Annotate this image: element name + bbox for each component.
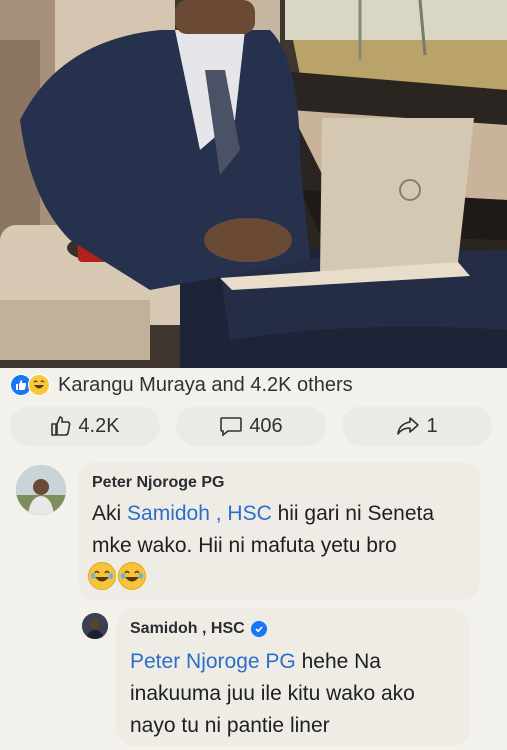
like-button[interactable]: 4.2K — [10, 406, 160, 446]
verified-badge-icon — [250, 621, 267, 637]
avatar[interactable] — [82, 613, 108, 639]
reactions-text: Karangu Muraya and 4.2K others — [58, 373, 353, 396]
share-icon — [397, 417, 420, 435]
laughing-emoji-icon — [118, 562, 146, 590]
comment-text: Aki Samidoh , HSC hii gari ni Seneta mke… — [92, 498, 472, 562]
reply-author-row: Samidoh , HSC — [130, 620, 267, 638]
haha-reaction-icon — [28, 374, 50, 396]
photo-illustration — [0, 0, 507, 368]
comment-count: 406 — [249, 414, 283, 437]
comment-icon — [220, 417, 243, 437]
post-photo[interactable] — [0, 0, 507, 368]
post-actions: 4.2K 406 1 — [0, 404, 507, 450]
comment-text-prefix: Aki — [92, 502, 128, 525]
reply-text: Peter Njoroge PG hehe Na inakuuma juu il… — [130, 646, 460, 742]
share-button[interactable]: 1 — [342, 406, 492, 446]
comment-button[interactable]: 406 — [176, 406, 326, 446]
comment-emojis — [88, 562, 146, 590]
reactions-summary[interactable]: Karangu Muraya and 4.2K others — [10, 370, 353, 400]
reply-author[interactable]: Samidoh , HSC — [130, 620, 245, 638]
reaction-icons — [10, 374, 50, 396]
comment-author[interactable]: Peter Njoroge PG — [92, 474, 224, 492]
like-count: 4.2K — [78, 414, 120, 437]
mention-link[interactable]: Peter Njoroge PG — [130, 650, 296, 673]
mention-link[interactable]: Samidoh , HSC — [127, 502, 272, 525]
share-count: 1 — [426, 414, 438, 437]
avatar[interactable] — [16, 465, 66, 515]
thumbs-up-icon — [51, 416, 71, 436]
laughing-emoji-icon — [88, 562, 116, 590]
